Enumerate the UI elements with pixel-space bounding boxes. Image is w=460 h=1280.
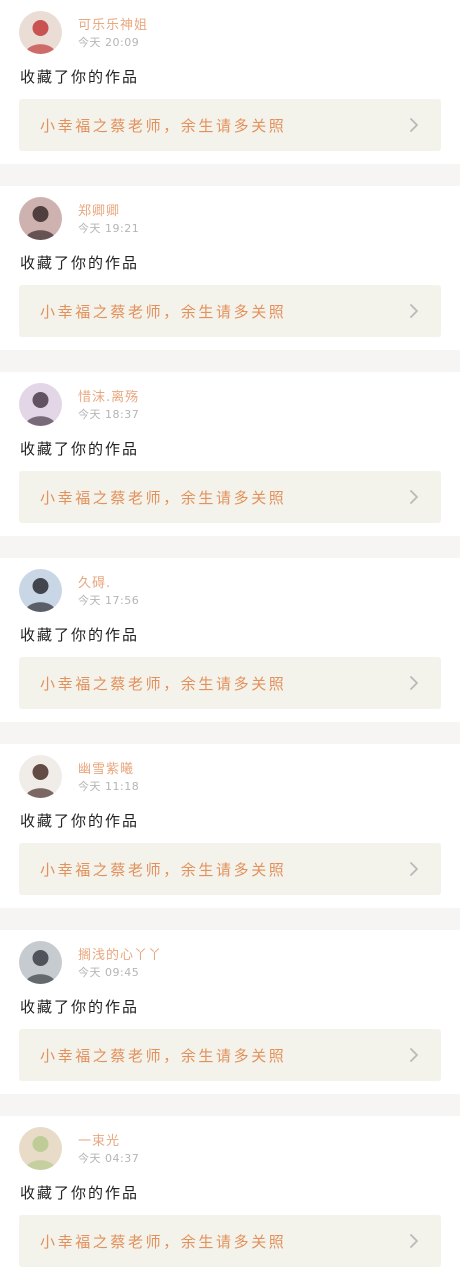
work-link[interactable]: 小幸福之蔡老师，余生请多关照 bbox=[19, 285, 441, 337]
action-text: 收藏了你的作品 bbox=[20, 440, 140, 458]
timestamp: 今天 09:45 bbox=[78, 966, 140, 979]
action-text: 收藏了你的作品 bbox=[20, 626, 140, 644]
avatar-image bbox=[19, 197, 62, 240]
user-name[interactable]: 惜沫.离殇 bbox=[78, 386, 139, 405]
avatar-image bbox=[19, 383, 62, 426]
chevron-right-icon bbox=[405, 1046, 423, 1064]
chevron-right-icon bbox=[405, 302, 423, 320]
work-title: 小幸福之蔡老师，余生请多关照 bbox=[40, 675, 287, 693]
card-divider bbox=[0, 908, 460, 930]
work-title: 小幸福之蔡老师，余生请多关照 bbox=[40, 1233, 287, 1251]
action-text: 收藏了你的作品 bbox=[20, 812, 140, 830]
avatar[interactable] bbox=[19, 941, 62, 984]
card-divider bbox=[0, 1094, 460, 1116]
user-name[interactable]: 郑卿卿 bbox=[78, 200, 120, 219]
user-name[interactable]: 幽雪紫曦 bbox=[78, 758, 134, 777]
work-link[interactable]: 小幸福之蔡老师，余生请多关照 bbox=[19, 1215, 441, 1267]
action-text: 收藏了你的作品 bbox=[20, 68, 140, 86]
avatar-image bbox=[19, 755, 62, 798]
card-divider bbox=[0, 164, 460, 186]
action-text: 收藏了你的作品 bbox=[20, 254, 140, 272]
timestamp: 今天 19:21 bbox=[78, 222, 140, 235]
work-title: 小幸福之蔡老师，余生请多关照 bbox=[40, 1047, 287, 1065]
avatar[interactable] bbox=[19, 1127, 62, 1170]
chevron-right-icon bbox=[405, 860, 423, 878]
user-name[interactable]: 一束光 bbox=[78, 1130, 120, 1149]
work-title: 小幸福之蔡老师，余生请多关照 bbox=[40, 303, 287, 321]
card-divider bbox=[0, 350, 460, 372]
avatar[interactable] bbox=[19, 11, 62, 54]
chevron-right-icon bbox=[405, 1232, 423, 1250]
work-link[interactable]: 小幸福之蔡老师，余生请多关照 bbox=[19, 657, 441, 709]
timestamp: 今天 11:18 bbox=[78, 780, 140, 793]
work-title: 小幸福之蔡老师，余生请多关照 bbox=[40, 861, 287, 879]
avatar[interactable] bbox=[19, 755, 62, 798]
timestamp: 今天 18:37 bbox=[78, 408, 140, 421]
chevron-right-icon bbox=[405, 116, 423, 134]
avatar-image bbox=[19, 11, 62, 54]
notification-card: 可乐乐神姐今天 20:09 收藏了你的作品小幸福之蔡老师，余生请多关照 bbox=[0, 0, 460, 164]
notification-card: 幽雪紫曦今天 11:18 收藏了你的作品小幸福之蔡老师，余生请多关照 bbox=[0, 744, 460, 908]
avatar[interactable] bbox=[19, 383, 62, 426]
work-link[interactable]: 小幸福之蔡老师，余生请多关照 bbox=[19, 471, 441, 523]
chevron-right-icon bbox=[405, 674, 423, 692]
notification-feed: 可乐乐神姐 今天 20:09 收藏了你的作品 小幸福之蔡老师，余生请多关照 郑卿卿 今天 … bbox=[0, 0, 460, 1280]
avatar[interactable] bbox=[19, 197, 62, 240]
notification-card: 郑卿卿今天 19:21 收藏了你的作品小幸福之蔡老师，余生请多关照 bbox=[0, 186, 460, 350]
card-divider bbox=[0, 722, 460, 744]
avatar[interactable] bbox=[19, 569, 62, 612]
chevron-right-icon bbox=[405, 488, 423, 506]
avatar-image bbox=[19, 941, 62, 984]
notification-card: 搁浅的心丫丫今天 09:45 收藏了你的作品小幸福之蔡老师，余生请多关照 bbox=[0, 930, 460, 1094]
work-title: 小幸福之蔡老师，余生请多关照 bbox=[40, 489, 287, 507]
action-text: 收藏了你的作品 bbox=[20, 998, 140, 1016]
user-name[interactable]: 久碍. bbox=[78, 572, 111, 591]
action-text: 收藏了你的作品 bbox=[20, 1184, 140, 1202]
notification-card: 惜沫.离殇今天 18:37 收藏了你的作品小幸福之蔡老师，余生请多关照 bbox=[0, 372, 460, 536]
work-link[interactable]: 小幸福之蔡老师，余生请多关照 bbox=[19, 99, 441, 151]
timestamp: 今天 04:37 bbox=[78, 1152, 140, 1165]
notification-card: 一束光今天 04:37 收藏了你的作品小幸福之蔡老师，余生请多关照 bbox=[0, 1116, 460, 1280]
user-name[interactable]: 可乐乐神姐 bbox=[78, 14, 148, 33]
avatar-image bbox=[19, 569, 62, 612]
work-link[interactable]: 小幸福之蔡老师，余生请多关照 bbox=[19, 1029, 441, 1081]
work-link[interactable]: 小幸福之蔡老师，余生请多关照 bbox=[19, 843, 441, 895]
timestamp: 今天 20:09 bbox=[78, 36, 140, 49]
work-title: 小幸福之蔡老师，余生请多关照 bbox=[40, 117, 287, 135]
avatar-image bbox=[19, 1127, 62, 1170]
card-divider bbox=[0, 536, 460, 558]
timestamp: 今天 17:56 bbox=[78, 594, 140, 607]
user-name[interactable]: 搁浅的心丫丫 bbox=[78, 944, 162, 963]
notification-card: 久碍. 今天 17:56 收藏了你的作品小幸福之蔡老师，余生请多关照 bbox=[0, 558, 460, 722]
